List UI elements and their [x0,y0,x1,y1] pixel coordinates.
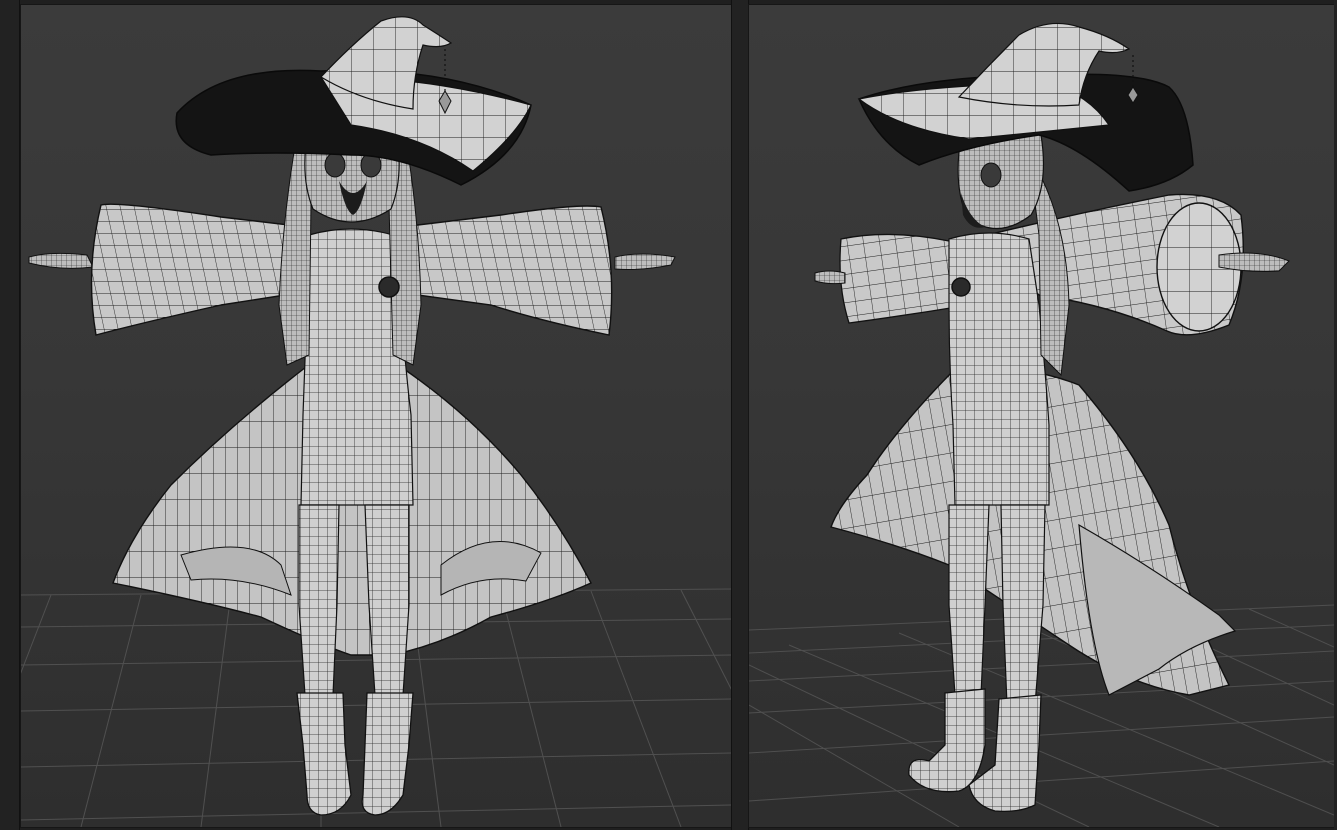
hand-far[interactable] [814,270,846,285]
hand-near[interactable] [1218,252,1290,272]
floor-grid-perspective [749,604,1334,827]
torso-perspective[interactable] [948,232,1050,506]
perspective-character-mesh[interactable] [814,22,1290,813]
sleeve-left[interactable] [90,203,312,336]
leg-near[interactable] [1000,504,1046,706]
leg-left[interactable] [298,504,340,696]
viewport-front[interactable] [20,4,732,828]
boot-left[interactable] [296,692,352,816]
hand-left[interactable] [28,252,94,269]
boot-far[interactable] [908,688,986,793]
hand-right[interactable] [614,253,676,270]
left-frame-edge [0,0,20,830]
leg-right[interactable] [364,504,410,696]
front-character-mesh[interactable] [28,16,676,816]
leg-far[interactable] [948,504,990,696]
sleeve-right[interactable] [400,205,613,336]
dual-viewport-app [0,0,1337,830]
eye-perspective [980,162,1002,188]
front-view-canvas[interactable] [21,5,731,827]
boot-right[interactable] [361,692,414,816]
brooch-perspective[interactable] [951,277,971,297]
brooch[interactable] [378,276,400,298]
perspective-view-canvas[interactable] [749,5,1334,827]
viewport-divider[interactable] [731,0,749,830]
eye-left [324,152,346,178]
viewport-perspective[interactable] [748,4,1335,828]
